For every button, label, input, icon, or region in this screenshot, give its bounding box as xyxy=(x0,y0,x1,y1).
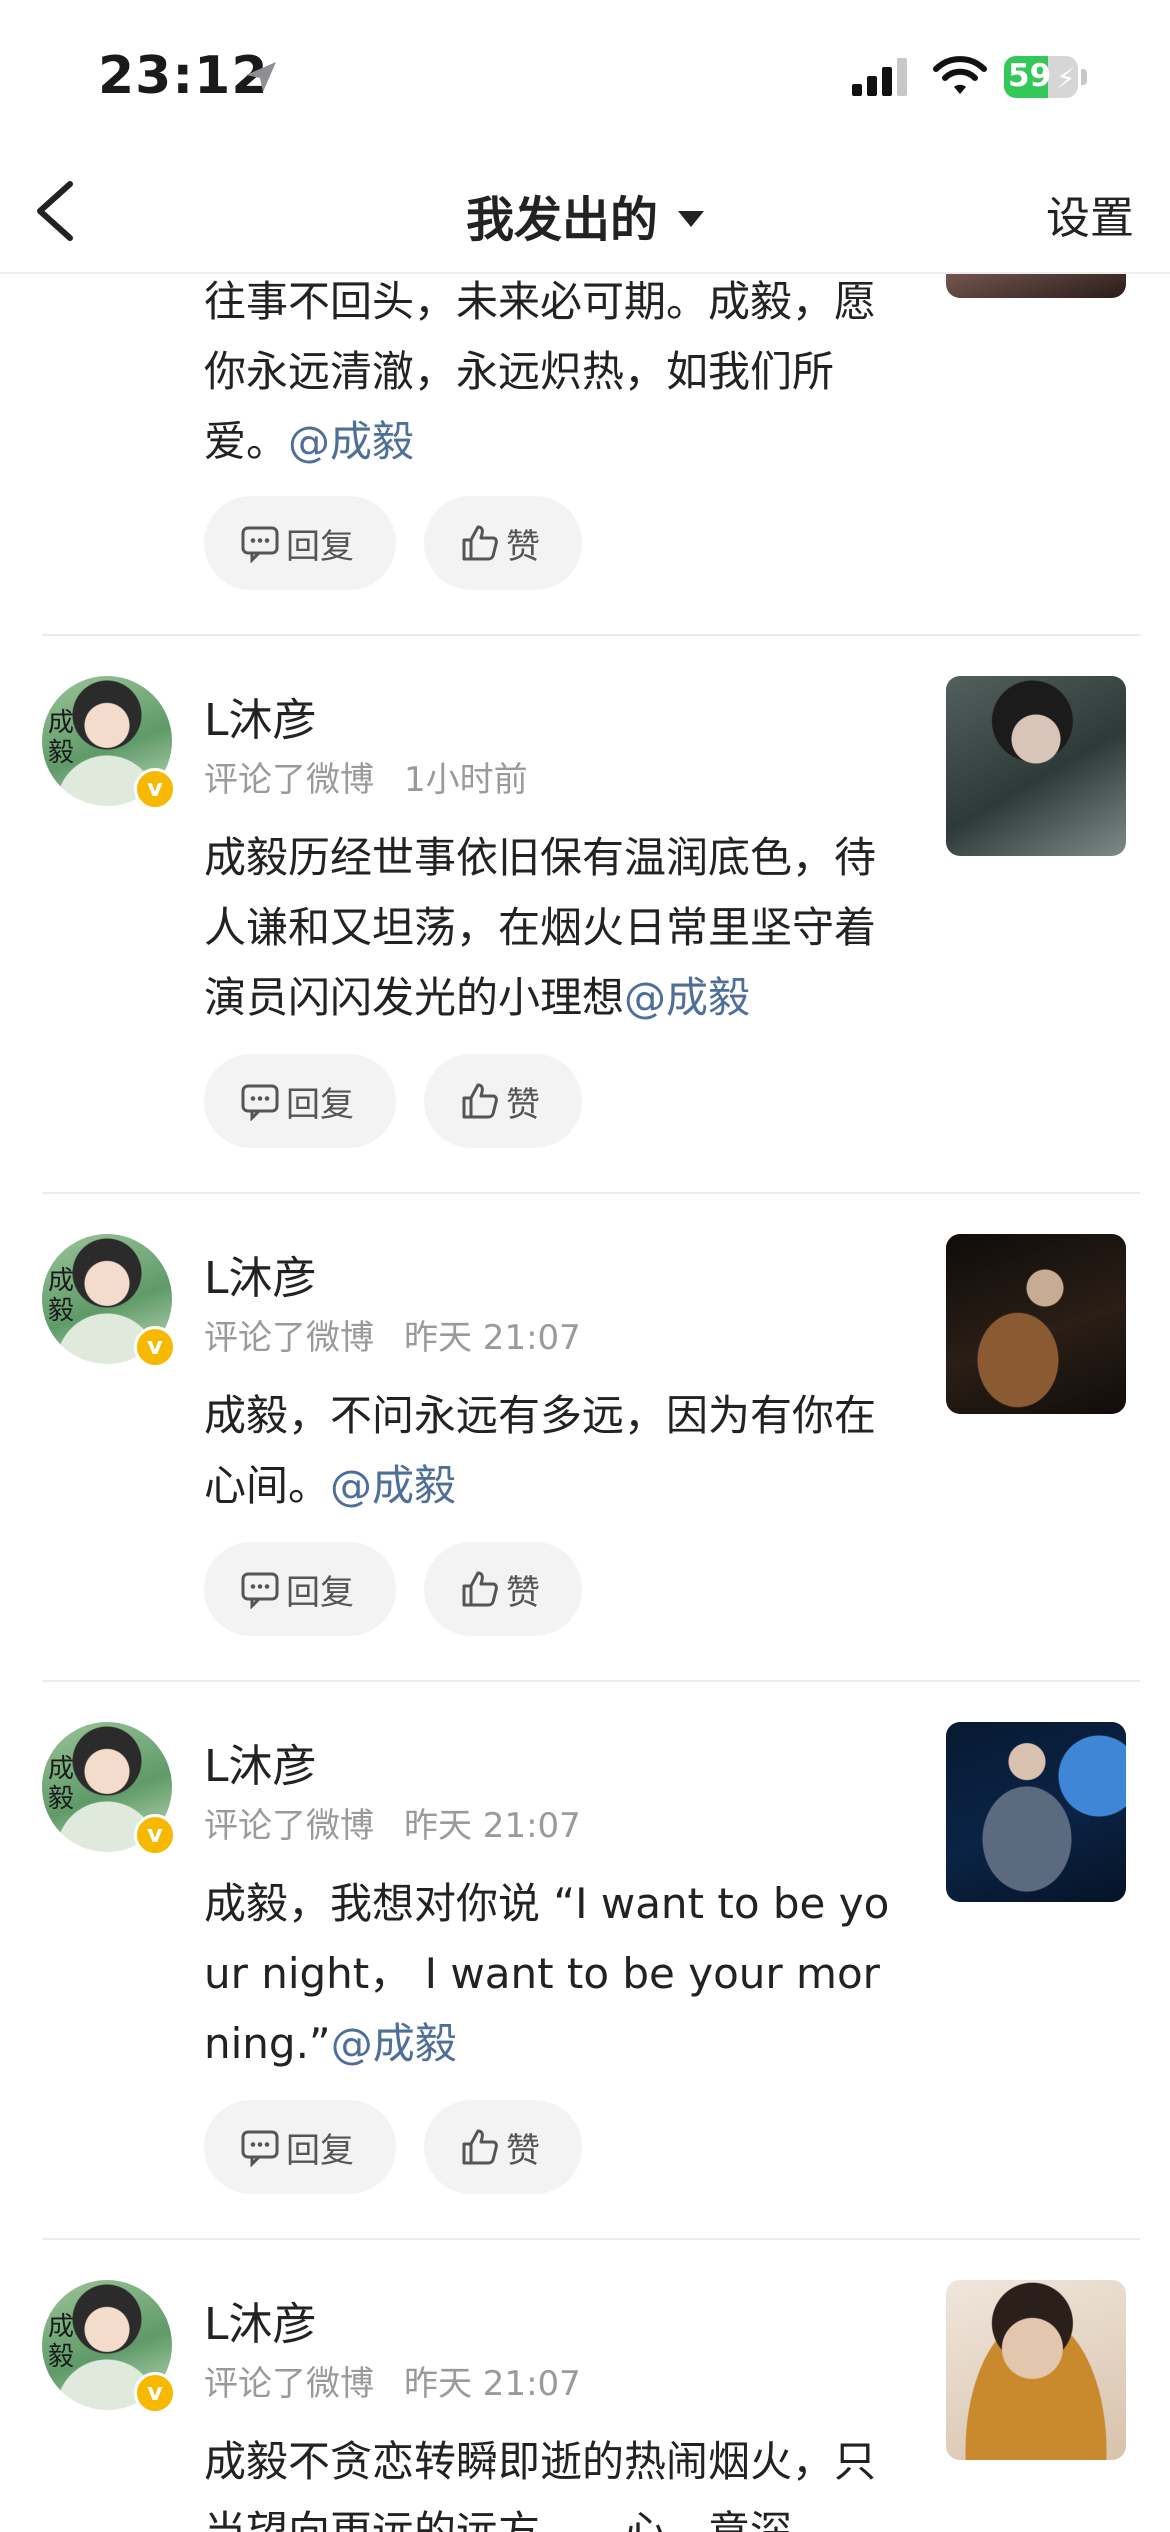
divider xyxy=(42,2238,1140,2240)
dropdown-caret-icon xyxy=(678,211,704,227)
like-button[interactable]: 赞 xyxy=(424,2100,582,2194)
mention-link[interactable]: @成毅 xyxy=(330,1461,456,1510)
post-thumbnail[interactable] xyxy=(946,1722,1126,1902)
reply-label: 回复 xyxy=(286,1573,354,1613)
like-label: 赞 xyxy=(506,1573,540,1613)
reply-button[interactable]: 回复 xyxy=(204,496,396,590)
timestamp: 昨天 21:07 xyxy=(404,2364,581,2404)
post-thumbnail[interactable] xyxy=(946,1234,1126,1414)
comment-text: 成毅，不问永远有多远，因为有你在心间。@成毅 xyxy=(204,1391,877,1510)
location-arrow-icon xyxy=(246,62,276,92)
avatar[interactable]: 成 毅 v xyxy=(42,1234,176,1368)
avatar[interactable]: 成 毅 v xyxy=(42,1722,176,1856)
verified-badge-icon: v xyxy=(134,1326,176,1368)
status-bar: 23:12 59 ⚡ xyxy=(0,0,1170,150)
avatar-calligraphy: 成 毅 xyxy=(48,1754,75,1814)
action-label: 评论了微博 xyxy=(204,1806,374,1846)
username[interactable]: L沐彦 xyxy=(204,684,317,748)
thumbs-up-icon xyxy=(462,525,498,561)
reply-button[interactable]: 回复 xyxy=(204,1054,396,1148)
reply-label: 回复 xyxy=(286,527,354,567)
action-label: 评论了微博 xyxy=(204,760,374,800)
avatar-calligraphy: 成 毅 xyxy=(48,1266,75,1326)
avatar-calligraphy: 成 毅 xyxy=(48,2312,75,2372)
like-label: 赞 xyxy=(506,2131,540,2171)
reply-button[interactable]: 回复 xyxy=(204,2100,396,2194)
avatar[interactable]: 成 毅 v xyxy=(42,676,176,810)
comment-meta: 评论了微博 1小时前 xyxy=(204,752,528,801)
divider xyxy=(42,1680,1140,1682)
comment-text: 往事不回头，未来必可期。成毅，愿你永远清澈，永远炽热，如我们所爱。@成毅 xyxy=(204,277,877,466)
username[interactable]: L沐彦 xyxy=(204,2288,317,2352)
divider xyxy=(42,634,1140,636)
battery-icon: 59 ⚡ xyxy=(1004,56,1088,100)
reply-label: 回复 xyxy=(286,2131,354,2171)
reply-button[interactable]: 回复 xyxy=(204,1542,396,1636)
page-title-dropdown[interactable]: 我发出的 xyxy=(0,180,1170,250)
nav-bar: 我发出的 设置 xyxy=(0,150,1170,274)
comment-text: 成毅，我想对你说 “I want to be your night， I wan… xyxy=(204,1879,890,2068)
like-label: 赞 xyxy=(506,527,540,567)
thumbs-up-icon xyxy=(462,1571,498,1607)
comment-icon xyxy=(241,1572,279,1609)
verified-badge-icon: v xyxy=(134,2372,176,2414)
cellular-signal-icon xyxy=(852,58,907,96)
avatar[interactable]: 成 毅 v xyxy=(42,2280,176,2414)
comment-icon xyxy=(241,1084,279,1121)
comment-icon xyxy=(241,526,279,563)
comment-text: 成毅历经世事依旧保有温润底色，待人谦和又坦荡，在烟火日常里坚守着演员闪闪发光的小… xyxy=(204,833,877,1022)
divider xyxy=(42,1192,1140,1194)
timestamp: 昨天 21:07 xyxy=(404,1806,581,1846)
thumbs-up-icon xyxy=(462,2129,498,2165)
comment-meta: 评论了微博 昨天 21:07 xyxy=(204,1310,581,1359)
mention-link[interactable]: @成毅 xyxy=(288,417,414,466)
post-thumbnail[interactable] xyxy=(946,676,1126,856)
comment-text: 成毅不贪恋转瞬即逝的热闹烟火，只当望向更远的远方……心，意深 xyxy=(204,2437,877,2532)
comment-icon xyxy=(241,2130,279,2167)
username[interactable]: L沐彦 xyxy=(204,1242,317,1306)
page-title: 我发出的 xyxy=(465,192,658,248)
settings-button[interactable]: 设置 xyxy=(1046,182,1134,246)
like-label: 赞 xyxy=(506,1085,540,1125)
action-label: 评论了微博 xyxy=(204,2364,374,2404)
reply-label: 回复 xyxy=(286,1085,354,1125)
mention-link[interactable]: @成毅 xyxy=(331,2019,457,2068)
like-button[interactable]: 赞 xyxy=(424,1054,582,1148)
action-label: 评论了微博 xyxy=(204,1318,374,1358)
timestamp: 1小时前 xyxy=(404,760,528,800)
comment-meta: 评论了微博 昨天 21:07 xyxy=(204,2356,581,2405)
mention-link[interactable]: @成毅 xyxy=(624,973,750,1022)
avatar-calligraphy: 成 毅 xyxy=(48,708,75,768)
timestamp: 昨天 21:07 xyxy=(404,1318,581,1358)
comment-feed: 往事不回头，未来必可期。成毅，愿你永远清澈，永远炽热，如我们所爱。@成毅 回复 … xyxy=(0,0,1170,2532)
verified-badge-icon: v xyxy=(134,1814,176,1856)
username[interactable]: L沐彦 xyxy=(204,1730,317,1794)
like-button[interactable]: 赞 xyxy=(424,1542,582,1636)
wifi-icon xyxy=(933,56,987,94)
verified-badge-icon: v xyxy=(134,768,176,810)
post-thumbnail[interactable] xyxy=(946,2280,1126,2460)
comment-meta: 评论了微博 昨天 21:07 xyxy=(204,1798,581,1847)
like-button[interactable]: 赞 xyxy=(424,496,582,590)
thumbs-up-icon xyxy=(462,1083,498,1119)
